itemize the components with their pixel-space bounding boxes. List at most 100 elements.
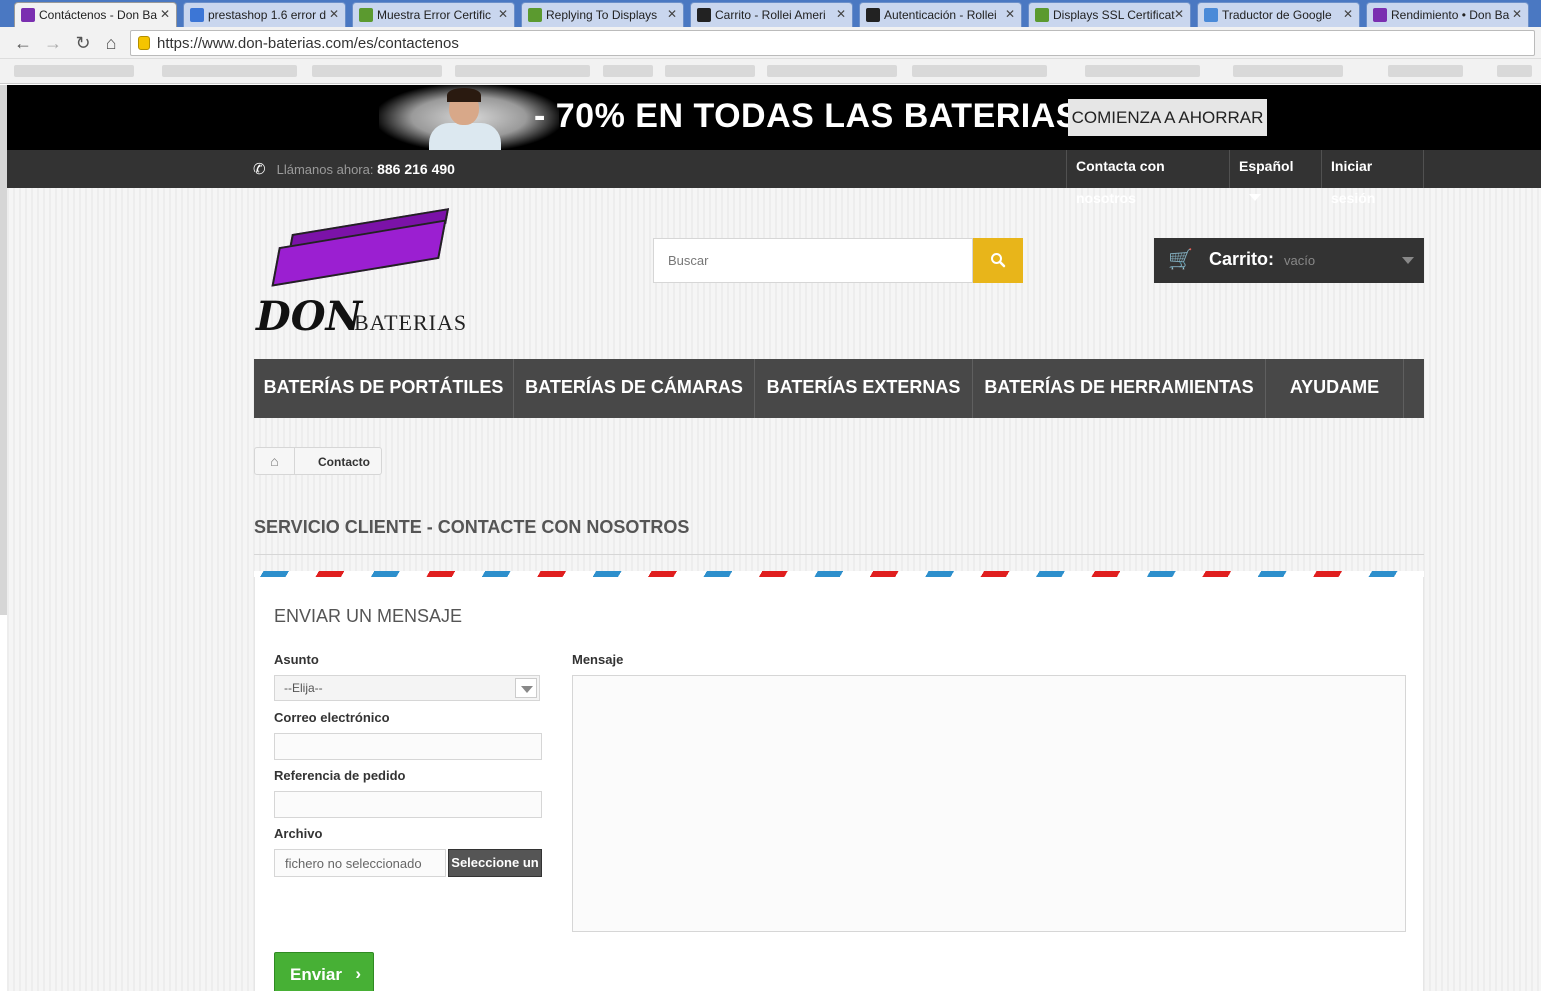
page-scrollbar[interactable] [0, 85, 7, 615]
browser-tab-bar: Contáctenos - Don Ba ✕ prestashop 1.6 er… [0, 0, 1541, 27]
bookmark-item[interactable] [14, 65, 134, 77]
address-bar[interactable]: https://www.don-baterias.com/es/contacte… [130, 30, 1535, 56]
favicon-icon [697, 8, 711, 22]
close-tab-icon[interactable]: ✕ [1005, 7, 1015, 21]
send-button[interactable]: Enviar › [274, 952, 374, 991]
bookmark-item[interactable] [603, 65, 653, 77]
menu-item-laptop-batteries[interactable]: BATERÍAS DE PORTÁTILES [254, 359, 514, 418]
page-title: SERVICIO CLIENTE - CONTACTE CON NOSOTROS [254, 517, 690, 537]
search-input[interactable]: Buscar [653, 238, 973, 283]
cart-label: Carrito: [1209, 249, 1275, 269]
order-reference-label: Referencia de pedido [274, 768, 406, 783]
favicon-icon [1373, 8, 1387, 22]
bookmark-item[interactable] [1388, 65, 1463, 77]
back-icon[interactable]: ← [12, 33, 34, 53]
login-link[interactable]: Iniciar sesión [1321, 150, 1424, 206]
tab-title: Autenticación - Rollei [884, 8, 997, 22]
browser-tab-active[interactable]: Contáctenos - Don Ba ✕ [14, 2, 177, 27]
browser-tab[interactable]: prestashop 1.6 error d ✕ [183, 2, 346, 27]
browser-tab[interactable]: Autenticación - Rollei ✕ [859, 2, 1022, 27]
tab-title: Carrito - Rollei Ameri [715, 8, 826, 22]
tab-title: Replying To Displays [546, 8, 658, 22]
tab-title: Rendimiento • Don Ba [1391, 8, 1510, 22]
browser-tab[interactable]: Replying To Displays ✕ [521, 2, 684, 27]
menu-item-camera-batteries[interactable]: BATERÍAS DE CÁMARAS [514, 359, 755, 418]
email-label: Correo electrónico [274, 710, 390, 725]
bookmark-item[interactable] [912, 65, 1047, 77]
web-page: - 70% EN TODAS LAS BATERIAS COMIENZA A A… [7, 85, 1541, 991]
order-reference-field[interactable] [274, 791, 542, 818]
tab-title: Contáctenos - Don Ba [39, 8, 158, 22]
bookmark-item[interactable] [767, 65, 897, 77]
favicon-icon [1035, 8, 1049, 22]
choose-file-button[interactable]: Seleccione un [448, 849, 542, 877]
language-label: Español [1239, 158, 1294, 174]
breadcrumb-current: Contacto [318, 455, 370, 469]
bookmark-item[interactable] [1233, 65, 1343, 77]
bookmark-item[interactable] [665, 65, 755, 77]
start-saving-button[interactable]: COMIENZA A AHORRAR [1068, 99, 1267, 136]
close-tab-icon[interactable]: ✕ [498, 7, 508, 21]
favicon-icon [21, 8, 35, 22]
home-icon[interactable]: ⌂ [255, 448, 295, 474]
lock-warning-icon[interactable] [138, 36, 150, 50]
menu-item-help[interactable]: AYUDAME [1266, 359, 1404, 418]
browser-tab[interactable]: Muestra Error Certific ✕ [352, 2, 515, 27]
form-heading: ENVIAR UN MENSAJE [274, 606, 463, 626]
favicon-icon [866, 8, 880, 22]
language-selector[interactable]: Español [1229, 150, 1321, 201]
divider [254, 554, 1424, 555]
promo-banner[interactable]: - 70% EN TODAS LAS BATERIAS COMIENZA A A… [7, 85, 1541, 150]
bookmark-item[interactable] [1085, 65, 1200, 77]
search-button[interactable] [973, 238, 1023, 283]
browser-tab[interactable]: Rendimiento • Don Ba ✕ [1366, 2, 1529, 27]
close-tab-icon[interactable]: ✕ [329, 7, 339, 21]
close-tab-icon[interactable]: ✕ [160, 7, 170, 21]
browser-tab[interactable]: Traductor de Google ✕ [1197, 2, 1360, 27]
bookmark-item[interactable] [455, 65, 590, 77]
phone-number: 886 216 490 [377, 161, 455, 177]
bookmarks-bar [0, 59, 1541, 84]
favicon-icon [528, 8, 542, 22]
bookmark-item[interactable] [162, 65, 297, 77]
cart-icon: 🛒 [1168, 249, 1193, 271]
site-logo[interactable]: DON BATERIAS [254, 203, 484, 340]
contact-form: ENVIAR UN MENSAJE Asunto --Elija-- Corre… [254, 577, 1424, 991]
email-field[interactable] [274, 733, 542, 760]
menu-item-external-batteries[interactable]: BATERÍAS EXTERNAS [755, 359, 973, 418]
url-text: https://www.don-baterias.com/es/contacte… [157, 35, 459, 52]
subject-value: --Elija-- [284, 681, 323, 695]
chevron-down-icon [521, 686, 533, 693]
file-status: fichero no seleccionado [274, 849, 446, 877]
message-textarea[interactable] [572, 675, 1406, 932]
logo-don: DON [256, 293, 363, 340]
cart-dropdown[interactable]: 🛒 Carrito: vacío [1154, 238, 1424, 283]
contact-link[interactable]: Contacta con nosotros [1066, 150, 1229, 206]
main-menu: BATERÍAS DE PORTÁTILES BATERÍAS DE CÁMAR… [254, 359, 1424, 418]
home-icon[interactable]: ⌂ [100, 33, 122, 53]
forward-icon[interactable]: → [42, 33, 64, 53]
phone-info: ✆ Llámanos ahora: 886 216 490 [253, 160, 455, 178]
message-label: Mensaje [572, 652, 624, 667]
bookmark-item[interactable] [312, 65, 442, 77]
chevron-right-icon: › [355, 964, 361, 983]
close-tab-icon[interactable]: ✕ [836, 7, 846, 21]
subject-select[interactable]: --Elija-- [274, 675, 540, 701]
top-nav-bar: ✆ Llámanos ahora: 886 216 490 Contacta c… [7, 150, 1541, 206]
close-tab-icon[interactable]: ✕ [1174, 7, 1184, 21]
cart-value: vacío [1284, 253, 1316, 268]
reload-icon[interactable]: ↻ [72, 33, 94, 53]
dropdown-arrow [515, 678, 537, 698]
promo-image [379, 85, 559, 150]
menu-item-tool-batteries[interactable]: BATERÍAS DE HERRAMIENTAS [973, 359, 1266, 418]
browser-tab[interactable]: Displays SSL Certificat ✕ [1028, 2, 1191, 27]
bookmark-item[interactable] [1497, 65, 1532, 77]
close-tab-icon[interactable]: ✕ [1343, 7, 1353, 21]
close-tab-icon[interactable]: ✕ [667, 7, 677, 21]
close-tab-icon[interactable]: ✕ [1512, 7, 1522, 21]
breadcrumb: ⌂ Contacto [254, 447, 382, 475]
browser-tab[interactable]: Carrito - Rollei Ameri ✕ [690, 2, 853, 27]
favicon-icon [1204, 8, 1218, 22]
chevron-down-icon [1249, 194, 1261, 201]
search-icon [991, 253, 1006, 268]
